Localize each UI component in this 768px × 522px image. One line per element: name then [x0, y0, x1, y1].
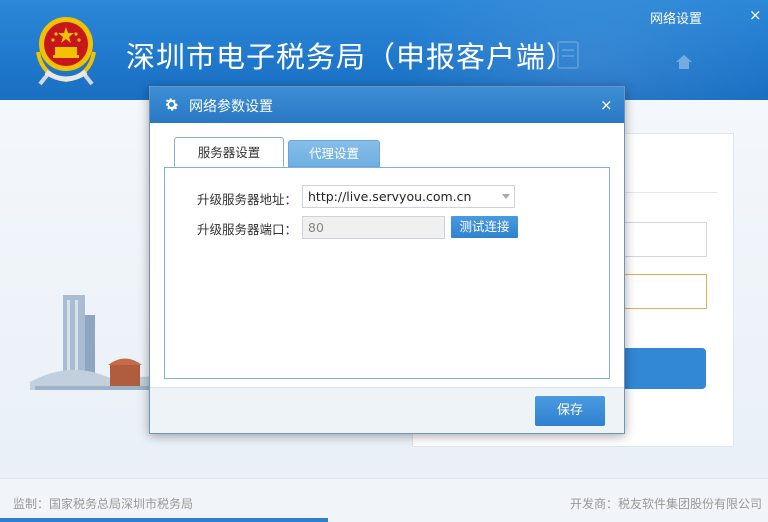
dialog-close-icon[interactable]: ×	[600, 96, 613, 114]
server-address-select[interactable]: http://live.servyou.com.cn	[302, 185, 515, 208]
dialog-title: 网络参数设置	[189, 99, 273, 115]
test-connection-button[interactable]: 测试连接	[451, 216, 518, 238]
dialog-titlebar: 网络参数设置 ×	[150, 87, 624, 123]
password-input[interactable]	[612, 274, 707, 309]
network-settings-link[interactable]: 网络设置	[650, 8, 702, 27]
app-header: 深圳市电子税务局（申报客户端） 网络设置 ×	[0, 0, 768, 100]
save-button[interactable]: 保存	[535, 396, 605, 426]
footer-supervisor: 监制：国家税务总局深圳市税务局	[13, 497, 194, 511]
tab-proxy-settings[interactable]: 代理设置	[288, 140, 380, 167]
server-port-input[interactable]: 80	[302, 216, 445, 239]
app-footer: 监制：国家税务总局深圳市税务局 开发商：税友软件集团股份有限公司	[0, 478, 768, 522]
server-address-label: 升级服务器地址：	[197, 192, 298, 207]
close-icon[interactable]: ×	[749, 6, 762, 24]
network-settings-dialog: 网络参数设置 × 服务器设置 代理设置 升级服务器地址： http://live…	[149, 86, 625, 434]
national-emblem-icon	[36, 17, 96, 86]
footer-developer: 开发商：税友软件集团股份有限公司	[569, 497, 762, 511]
server-address-value: http://live.servyou.com.cn	[308, 189, 472, 204]
gear-icon	[165, 98, 179, 111]
document-icon	[557, 41, 579, 69]
server-settings-panel: 升级服务器地址： http://live.servyou.com.cn 升级服务…	[164, 167, 610, 379]
server-port-value: 80	[308, 220, 324, 235]
server-port-label: 升级服务器端口：	[197, 222, 298, 237]
app-title: 深圳市电子税务局（申报客户端）	[126, 40, 577, 74]
footer-accent-bar	[0, 518, 328, 522]
home-icon	[676, 55, 692, 69]
tab-server-settings[interactable]: 服务器设置	[174, 137, 284, 167]
chevron-down-icon[interactable]	[502, 194, 510, 199]
login-button[interactable]	[612, 348, 706, 389]
username-input[interactable]	[612, 222, 707, 257]
city-skyline-illustration	[30, 295, 160, 390]
dialog-footer: 保存	[150, 387, 624, 433]
